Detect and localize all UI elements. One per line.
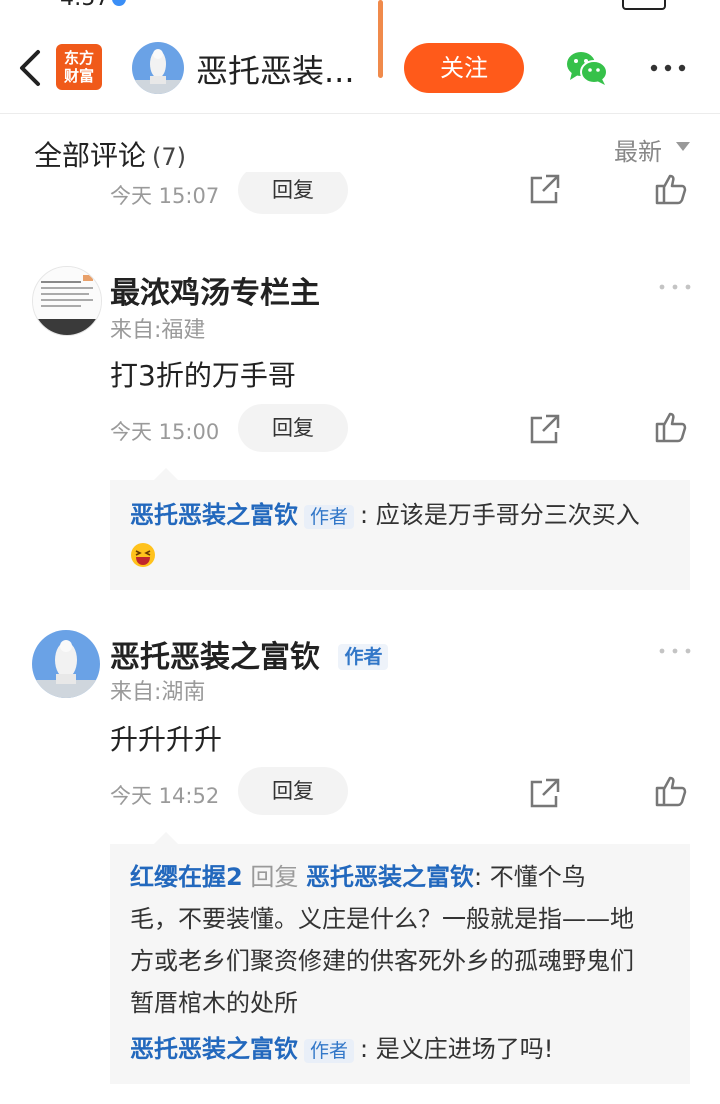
- like-icon[interactable]: [654, 172, 688, 206]
- reply-text: : 是义庄进场了吗!: [360, 1035, 554, 1063]
- reply-text: : 应该是万手哥分三次买入: [360, 501, 640, 529]
- more-dots-icon: [650, 64, 686, 72]
- reply-text-line4: 暂厝棺木的处所: [130, 989, 298, 1017]
- battery-icon: [622, 0, 666, 10]
- reply-author[interactable]: 恶托恶装之富钦: [130, 501, 298, 529]
- statue-avatar-icon: [132, 42, 184, 94]
- commenter-name-text: 恶托恶装之富钦: [110, 640, 320, 675]
- back-arrow-icon: [20, 50, 40, 86]
- reply-item[interactable]: 红缨在握2 回复 恶托恶装之富钦: 不懂个鸟 毛，不要装懂。义庄是什么？一般就是…: [130, 856, 685, 1024]
- comment-time: 今天 15:07: [110, 184, 220, 208]
- commenter-name[interactable]: 最浓鸡汤专栏主: [110, 268, 320, 312]
- notification-dot-icon: [112, 0, 126, 6]
- back-button[interactable]: [14, 48, 48, 88]
- comments-section-title: 全部评论 (7): [34, 134, 186, 174]
- author-badge: 作者: [304, 505, 355, 529]
- reply-line1: 红缨在握2 回复 恶托恶装之富钦: 不懂个鸟: [130, 856, 685, 898]
- comments-count: (7): [152, 143, 187, 171]
- sort-dropdown[interactable]: 最新: [614, 132, 662, 167]
- reply-author[interactable]: 恶托恶装之富钦: [130, 1035, 298, 1063]
- previous-comment-footer: 今天 15:07 回复: [0, 172, 720, 214]
- reply-text-line1: : 不懂个鸟: [473, 863, 586, 891]
- more-button[interactable]: [648, 60, 688, 76]
- header-divider: [0, 113, 720, 114]
- reply-item[interactable]: 恶托恶装之富钦 作者: 应该是万手哥分三次买入: [130, 494, 680, 538]
- app-logo-line2: 财富: [63, 67, 94, 85]
- author-avatar[interactable]: [132, 42, 184, 94]
- laughing-emoji-icon: [131, 543, 155, 567]
- wechat-share-button[interactable]: [566, 50, 608, 86]
- comment-text: 打3折的万手哥: [110, 359, 296, 392]
- reply-text-line3: 方或老乡们聚资修建的供客死外乡的孤魂野鬼们: [130, 947, 634, 975]
- comment-more-icon[interactable]: [658, 282, 692, 292]
- comment-time: 今天 14:52: [110, 784, 220, 808]
- app-logo-line1: 东方: [63, 49, 94, 67]
- status-bar: 4:57: [0, 0, 720, 10]
- reply-thread: 恶托恶装之富钦 作者: 应该是万手哥分三次买入: [110, 468, 690, 590]
- caret-down-icon: [676, 142, 690, 151]
- commenter-avatar[interactable]: [32, 630, 100, 698]
- reply-target[interactable]: 恶托恶装之富钦: [306, 863, 474, 891]
- follow-button[interactable]: 关注: [404, 43, 524, 93]
- reply-pointer: [154, 832, 178, 844]
- reply-button[interactable]: 回复: [238, 767, 348, 815]
- share-icon[interactable]: [528, 412, 562, 446]
- commenter-name[interactable]: 恶托恶装之富钦 作者: [110, 632, 389, 676]
- author-badge: 作者: [304, 1039, 355, 1063]
- wechat-icon: [567, 52, 608, 85]
- reply-text-line2: 毛，不要装懂。义庄是什么？一般就是指——地: [130, 905, 634, 933]
- share-icon[interactable]: [528, 776, 562, 810]
- commenter-avatar[interactable]: [32, 266, 102, 336]
- like-icon[interactable]: [654, 774, 688, 808]
- reply-thread: 红缨在握2 回复 恶托恶装之富钦: 不懂个鸟 毛，不要装懂。义庄是什么？一般就是…: [110, 832, 690, 1084]
- comments-title-label: 全部评论: [34, 139, 147, 172]
- reply-author[interactable]: 红缨在握2: [130, 863, 243, 891]
- scroll-indicator: [378, 0, 383, 78]
- reply-word: 回复: [250, 863, 299, 891]
- reply-pointer: [154, 468, 178, 480]
- comment-text: 升升升升: [110, 723, 223, 756]
- reply-button[interactable]: 回复: [238, 172, 348, 214]
- comment-more-icon[interactable]: [658, 646, 692, 656]
- comment-time: 今天 15:00: [110, 420, 220, 444]
- article-thumbnail-avatar-icon: [33, 267, 101, 335]
- statue-avatar-icon: [32, 630, 100, 698]
- author-badge: 作者: [338, 644, 389, 670]
- commenter-location: 来自:福建: [110, 318, 206, 343]
- reply-button[interactable]: 回复: [238, 404, 348, 452]
- reply-item[interactable]: 恶托恶装之富钦 作者: 是义庄进场了吗!: [130, 1028, 685, 1072]
- share-icon[interactable]: [528, 172, 562, 206]
- page-title: 恶托恶装...: [196, 52, 355, 90]
- like-icon[interactable]: [654, 410, 688, 444]
- app-logo[interactable]: 东方 财富: [56, 44, 102, 90]
- status-time: 4:57: [60, 0, 109, 10]
- commenter-location: 来自:湖南: [110, 680, 206, 705]
